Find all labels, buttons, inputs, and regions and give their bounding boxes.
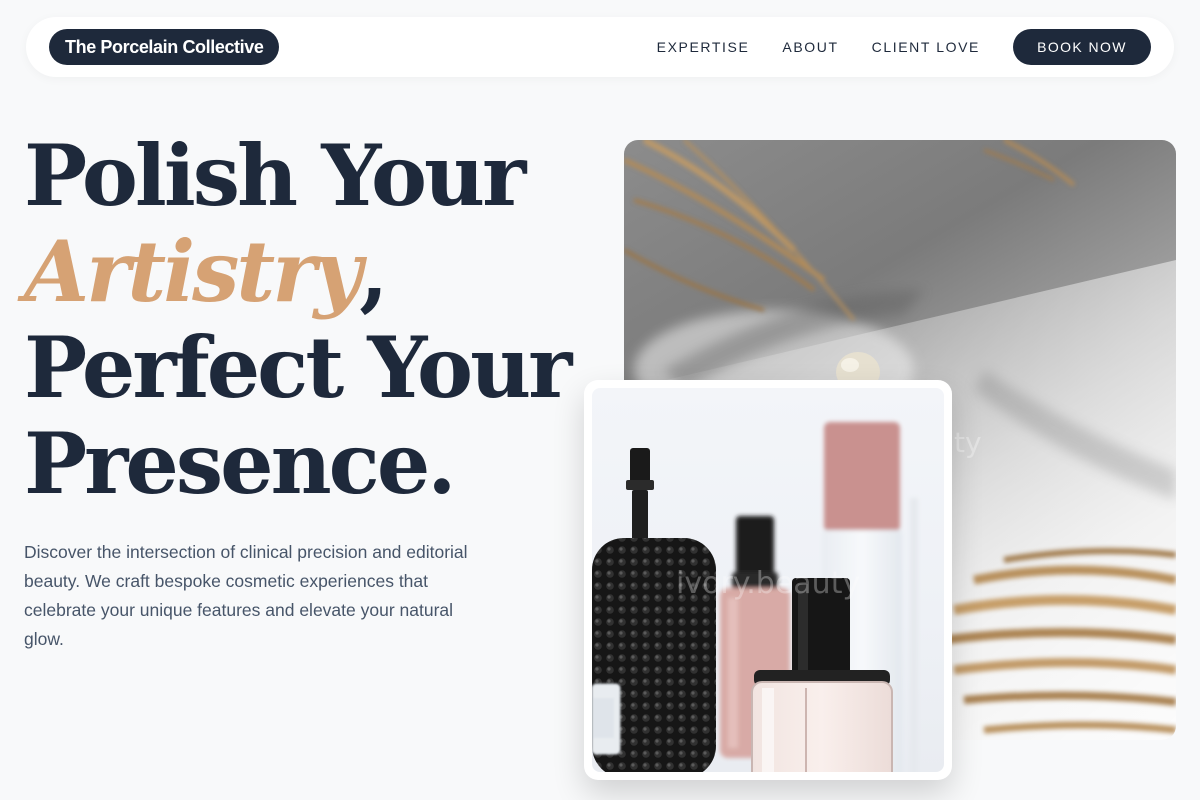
headline-line-3: Perfect Your [24,318,572,417]
book-now-button[interactable]: BOOK NOW [1013,29,1151,65]
nav-link-expertise[interactable]: EXPERTISE [657,39,750,55]
headline-accent-word: Artistry [24,222,362,321]
top-navigation: The Porcelain Collective EXPERTISE ABOUT… [26,17,1174,77]
headline-comma: , [359,222,388,321]
hero-intro-text: Discover the intersection of clinical pr… [24,542,468,649]
nav-link-about[interactable]: ABOUT [782,39,838,55]
back-image-watermark: ty [954,426,982,459]
nav-link-client-love[interactable]: CLIENT LOVE [872,39,980,55]
hero-headline: Polish Your Artistry, Perfect Your Prese… [24,126,572,513]
headline-line-1: Polish Your [24,126,526,225]
brand-logo[interactable]: The Porcelain Collective [49,29,280,65]
front-image-watermark: ivory.beauty [676,566,860,601]
perfume-bottles-photo: ivory.beauty [592,422,918,772]
headline-line-4: Presence. [24,414,457,513]
nav-links: EXPERTISE ABOUT CLIENT LOVE BOOK NOW [657,29,1151,65]
hero-image-perfume-card: ivory.beauty [584,380,952,780]
headline-line-2: Artistry, [24,224,569,320]
